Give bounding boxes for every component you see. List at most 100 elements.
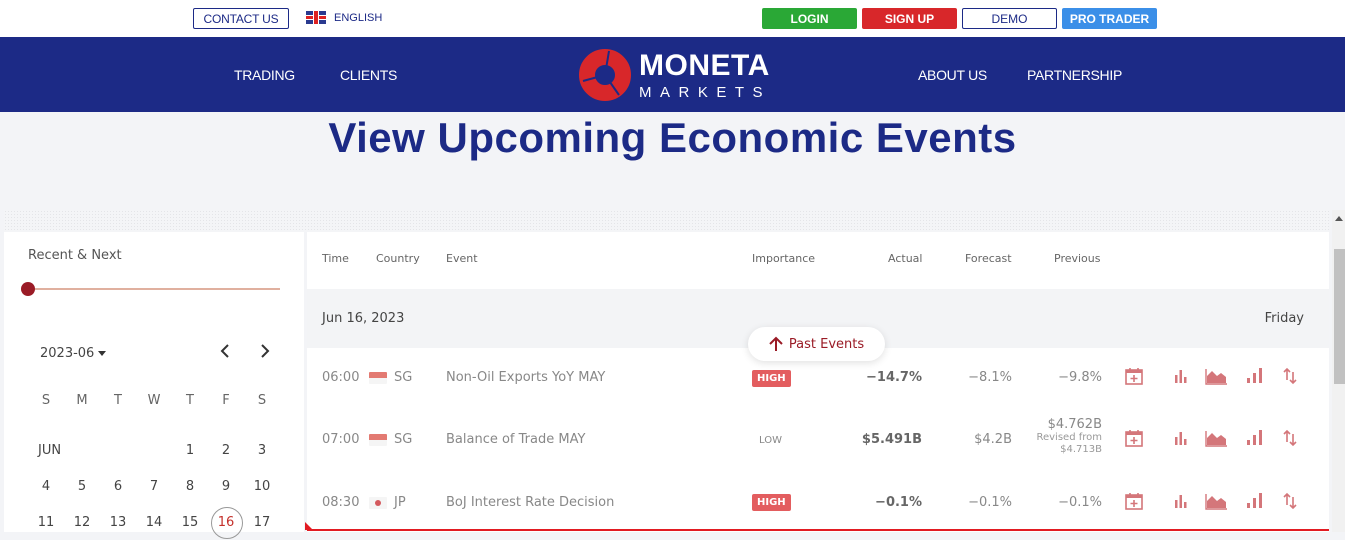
calendar-day-selected[interactable]: 16 bbox=[208, 506, 244, 539]
event-name[interactable]: Non-Oil Exports YoY MAY bbox=[446, 370, 605, 385]
add-to-calendar-icon[interactable] bbox=[1124, 366, 1144, 386]
importance-badge-high: HIGH bbox=[752, 494, 791, 511]
scrollbar-thumb[interactable] bbox=[1334, 249, 1345, 384]
revised-value: $4.713B bbox=[1060, 444, 1102, 455]
range-slider-handle[interactable] bbox=[21, 282, 35, 296]
prev-month-button[interactable] bbox=[216, 342, 234, 360]
sign-up-button[interactable]: SIGN UP bbox=[862, 8, 957, 29]
uk-flag-icon bbox=[306, 11, 326, 24]
column-header-country: Country bbox=[376, 252, 420, 265]
importance-badge-low: LOW bbox=[759, 435, 782, 446]
group-date: Jun 16, 2023 bbox=[322, 311, 405, 326]
arrow-up-icon bbox=[769, 336, 783, 351]
next-month-button[interactable] bbox=[256, 342, 274, 360]
event-time: 08:30 bbox=[322, 495, 360, 510]
signal-chart-icon[interactable] bbox=[1244, 428, 1264, 448]
chevron-left-icon bbox=[220, 344, 229, 358]
calendar-day[interactable]: 9 bbox=[208, 479, 244, 494]
current-time-indicator bbox=[307, 529, 1329, 531]
calendar-day[interactable]: 1 bbox=[172, 443, 208, 458]
bar-chart-icon[interactable] bbox=[1171, 428, 1191, 448]
calendar-day[interactable]: 14 bbox=[136, 515, 172, 530]
signal-chart-icon[interactable] bbox=[1244, 491, 1264, 511]
calendar-day[interactable]: 5 bbox=[64, 479, 100, 494]
sg-flag-icon bbox=[369, 372, 387, 384]
calendar-day[interactable]: 2 bbox=[208, 443, 244, 458]
calendar-day[interactable]: 7 bbox=[136, 479, 172, 494]
section-divider bbox=[4, 210, 1329, 232]
event-previous: −0.1% bbox=[1058, 495, 1102, 510]
column-header-event: Event bbox=[446, 252, 478, 265]
moneta-markets-logo[interactable]: MONETA MARKETS bbox=[579, 49, 771, 101]
calendar-day[interactable]: 8 bbox=[172, 479, 208, 494]
event-country: SG bbox=[394, 432, 413, 447]
calendar-day[interactable]: 13 bbox=[100, 515, 136, 530]
event-time: 06:00 bbox=[322, 370, 360, 385]
event-actual: −0.1% bbox=[875, 495, 922, 510]
weekday-label: S bbox=[257, 392, 267, 408]
event-name[interactable]: BoJ Interest Rate Decision bbox=[446, 495, 614, 510]
area-chart-icon[interactable] bbox=[1204, 366, 1227, 386]
column-header-time: Time bbox=[322, 252, 349, 265]
main-navbar: TRADING CLIENTS MONETA MARKETS ABOUT US … bbox=[0, 37, 1345, 112]
group-weekday: Friday bbox=[1264, 311, 1304, 326]
bar-chart-icon[interactable] bbox=[1171, 491, 1191, 511]
calendar-day[interactable]: 3 bbox=[244, 443, 280, 458]
range-label: Recent & Next bbox=[28, 248, 122, 263]
area-chart-icon[interactable] bbox=[1204, 491, 1227, 511]
demo-button[interactable]: DEMO bbox=[962, 8, 1057, 29]
event-country: SG bbox=[394, 370, 413, 385]
scroll-up-arrow-icon[interactable] bbox=[1335, 216, 1343, 221]
language-selector[interactable]: ENGLISH bbox=[306, 11, 382, 24]
nav-trading[interactable]: TRADING bbox=[234, 67, 295, 83]
nav-clients[interactable]: CLIENTS bbox=[340, 67, 397, 83]
event-previous: $4.762B bbox=[1047, 417, 1102, 432]
page-title: View Upcoming Economic Events bbox=[328, 114, 1017, 161]
login-button[interactable]: LOGIN bbox=[762, 8, 857, 29]
chevron-right-icon bbox=[261, 344, 270, 358]
add-to-calendar-icon[interactable] bbox=[1124, 428, 1144, 448]
event-forecast: $4.2B bbox=[974, 432, 1012, 447]
calendar-day[interactable]: 12 bbox=[64, 515, 100, 530]
event-name[interactable]: Balance of Trade MAY bbox=[446, 432, 585, 447]
event-previous-block: $4.762B Revised from $4.713B bbox=[1036, 417, 1102, 456]
event-previous-block: −9.8% bbox=[1058, 370, 1102, 385]
bar-chart-icon[interactable] bbox=[1171, 366, 1191, 386]
range-slider-track[interactable] bbox=[34, 288, 280, 290]
calendar-day[interactable]: 4 bbox=[28, 479, 64, 494]
weekday-label: M bbox=[76, 392, 88, 408]
page-scrollbar[interactable] bbox=[1332, 210, 1345, 532]
area-chart-icon[interactable] bbox=[1204, 428, 1227, 448]
add-to-calendar-icon[interactable] bbox=[1124, 491, 1144, 511]
calendar-day[interactable]: 10 bbox=[244, 479, 280, 494]
sort-arrows-icon[interactable] bbox=[1280, 428, 1300, 448]
calendar-grid: S M T W T F S JUN 1 2 3 4 5 6 7 8 9 10 1… bbox=[28, 382, 280, 540]
event-time: 07:00 bbox=[322, 432, 360, 447]
event-forecast: −0.1% bbox=[968, 495, 1012, 510]
nav-partnership[interactable]: PARTNERSHIP bbox=[1027, 67, 1122, 83]
weekday-label: T bbox=[114, 392, 122, 408]
signal-chart-icon[interactable] bbox=[1244, 366, 1264, 386]
event-country: JP bbox=[394, 495, 406, 510]
month-select[interactable]: 2023-06 bbox=[40, 346, 107, 361]
event-forecast: −8.1% bbox=[968, 370, 1012, 385]
sort-arrows-icon[interactable] bbox=[1280, 491, 1300, 511]
sg-flag-icon bbox=[369, 434, 387, 446]
logo-ring-icon bbox=[579, 49, 631, 101]
contact-us-button[interactable]: CONTACT US bbox=[193, 8, 289, 29]
calendar-day[interactable]: 6 bbox=[100, 479, 136, 494]
top-bar: CONTACT US ENGLISH LOGIN SIGN UP DEMO PR… bbox=[0, 0, 1345, 37]
sort-arrows-icon[interactable] bbox=[1280, 366, 1300, 386]
event-actual: $5.491B bbox=[861, 432, 922, 447]
column-header-actual: Actual bbox=[888, 252, 923, 265]
calendar-day[interactable]: 15 bbox=[172, 515, 208, 530]
importance-badge-high: HIGH bbox=[752, 370, 791, 387]
calendar-day[interactable]: 17 bbox=[244, 515, 280, 530]
weekday-label: W bbox=[147, 392, 161, 408]
past-events-button[interactable]: Past Events bbox=[748, 327, 885, 361]
calendar-day[interactable]: 11 bbox=[28, 515, 64, 530]
pro-trader-button[interactable]: PRO TRADER bbox=[1062, 8, 1157, 29]
nav-about-us[interactable]: ABOUT US bbox=[918, 67, 987, 83]
event-previous: −9.8% bbox=[1058, 370, 1102, 385]
caret-down-icon bbox=[98, 351, 107, 356]
